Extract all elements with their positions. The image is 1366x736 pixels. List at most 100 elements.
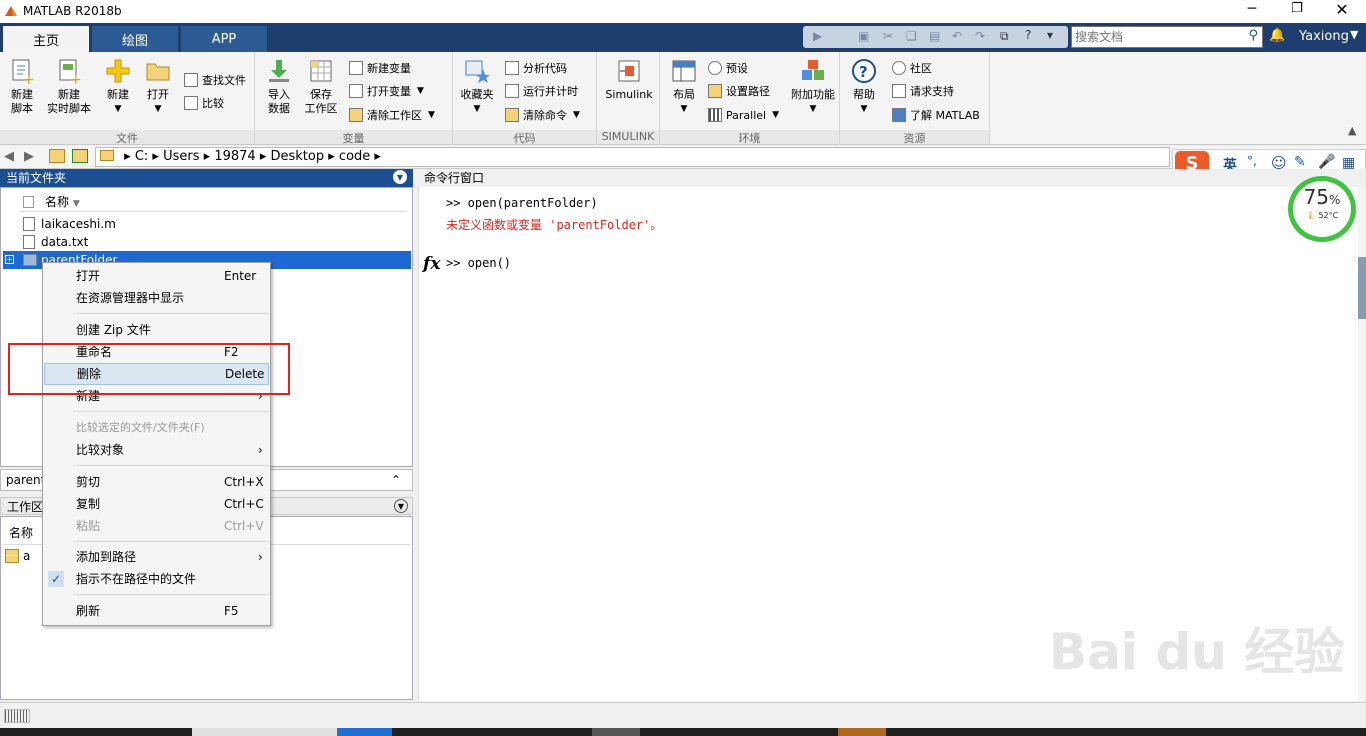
run-icon[interactable]: ▶ [813,29,822,43]
m-file-icon [23,217,35,231]
menu-item-show-in-explorer[interactable]: 在资源管理器中显示 [44,287,269,309]
file-row[interactable]: laikaceshi.m [3,215,411,233]
help-button[interactable]: ? 帮助 ▼ [842,58,886,128]
status-grip-icon[interactable] [4,709,30,723]
cut-icon[interactable]: ✂ [883,29,893,43]
menu-item-refresh[interactable]: 刷新 F5 [44,600,269,622]
menu-separator [73,594,269,595]
workspace-title: 工作区 [7,500,44,514]
menu-item-cut[interactable]: 剪切 Ctrl+X [44,471,269,493]
menu-item-create-zip[interactable]: 创建 Zip 文件 [44,319,269,341]
menu-item-compare-against[interactable]: 比较对象 › [44,439,269,461]
run-and-time-button[interactable]: 运行并计时 [505,81,578,101]
parallel-button[interactable]: Parallel ▼ [708,105,779,125]
tab-plots[interactable]: 绘图 [92,26,178,52]
save-icon[interactable]: ▣ [858,29,869,43]
browse-folder-icon[interactable] [72,149,88,163]
set-path-button[interactable]: 设置路径 [708,81,770,101]
community-button[interactable]: 社区 [892,58,932,78]
save-workspace-button[interactable]: 保存 工作区 [299,58,343,128]
new-variable-icon [349,61,363,75]
clear-commands-button[interactable]: 清除命令 ▼ [505,105,580,125]
open-button[interactable]: 打开 ▼ [136,58,180,128]
request-support-button[interactable]: 请求支持 [892,81,954,101]
tab-home[interactable]: 主页 [3,26,89,52]
search-input[interactable] [1075,28,1235,46]
menu-separator [73,313,269,314]
breadcrumb-item[interactable]: Users [163,149,199,164]
up-folder-icon[interactable] [49,149,65,163]
submenu-arrow-icon: › [258,443,263,457]
new-variable-button[interactable]: 新建变量 [349,58,411,78]
close-button[interactable]: ✕ [1332,0,1352,20]
preferences-button[interactable]: 预设 [708,58,748,78]
tab-apps[interactable]: APP [181,26,267,52]
taskbar-item[interactable] [192,728,337,736]
copy-icon[interactable]: ❏ [906,29,917,43]
performance-gauge[interactable]: 75% 🌡 52°C [1288,176,1356,242]
breadcrumb-sep: ▸ [374,149,381,164]
chevron-down-icon: ▼ [428,110,435,120]
menu-item-label: 刷新 [76,604,101,618]
chevron-down-icon: ▼ [772,110,780,120]
user-name[interactable]: Yaxiong [1299,29,1349,44]
breadcrumb-item[interactable]: code [339,149,370,164]
undo-icon[interactable]: ↶ [952,29,962,43]
scrollbar[interactable] [1358,187,1366,701]
menu-item-add-to-path[interactable]: 添加到路径 › [44,546,269,568]
minimize-button[interactable]: ─ [1242,1,1262,21]
command-window-panel[interactable]: >> open(parentFolder) 未定义函数或变量 'parentFo… [418,187,1358,701]
open-variable-button[interactable]: 打开变量 ▼ [349,81,424,101]
forward-arrow-icon[interactable]: ▶ [24,149,34,164]
bell-icon[interactable]: 🔔 [1269,28,1285,43]
back-arrow-icon[interactable]: ◀ [4,149,14,164]
simulink-button[interactable]: Simulink [603,58,655,128]
ime-punctuation-toggle[interactable]: °, [1247,154,1257,168]
paste-icon[interactable]: ▤ [929,29,940,43]
menu-item-indicate-files-not-on-path[interactable]: ✓ 指示不在路径中的文件 [44,568,269,590]
file-row[interactable]: data.txt [3,233,411,251]
layout-button[interactable]: 布局 ▼ [662,58,706,128]
import-data-button[interactable]: 导入 数据 [257,58,301,128]
menu-item-label: 比较选定的文件/文件夹(F) [76,421,205,434]
new-live-script-button[interactable]: + 新建 实时脚本 [47,58,91,128]
menu-item-open[interactable]: 打开 Enter [44,265,269,287]
panel-menu-icon[interactable]: ▼ [393,170,407,184]
collapse-ribbon-icon[interactable]: ▲ [1348,124,1356,137]
search-icon[interactable]: ⚲ [1248,28,1258,43]
new-button[interactable]: 新建 ▼ [96,58,140,128]
help-icon[interactable]: ? [1025,28,1031,42]
scrollbar-thumb[interactable] [1358,257,1366,319]
breadcrumb-item[interactable]: Desktop [270,149,324,164]
clear-workspace-button[interactable]: 清除工作区 ▼ [349,105,435,125]
favorites-button[interactable]: 收藏夹 ▼ [455,58,499,128]
learn-matlab-button[interactable]: 了解 MATLAB [892,105,980,125]
expand-icon[interactable]: + [5,255,14,264]
pen-icon[interactable]: ✎ [1294,154,1306,170]
panel-menu-icon[interactable]: ▼ [394,499,408,513]
analyze-code-button[interactable]: 分析代码 [505,58,567,78]
addons-button[interactable]: 附加功能 ▼ [788,58,838,128]
breadcrumb-item[interactable]: C: [135,149,148,164]
menu-item-copy[interactable]: 复制 Ctrl+C [44,493,269,515]
taskbar-item[interactable] [592,728,640,736]
compare-button[interactable]: 比较 [184,93,224,113]
restore-button[interactable]: ❐ [1287,1,1307,21]
menu-item-label: 创建 Zip 文件 [76,323,151,337]
find-files-button[interactable]: 查找文件 [184,70,246,90]
community-label: 社区 [910,62,932,75]
taskbar-item-active[interactable] [337,728,392,736]
taskbar-item[interactable] [838,728,886,736]
microphone-icon[interactable]: 🎤 [1318,154,1335,170]
search-box[interactable]: ⚲ [1071,26,1263,48]
redo-icon[interactable]: ↷ [975,29,985,43]
user-menu-chevron-icon[interactable]: ▼ [1350,28,1358,41]
breadcrumb-item[interactable]: 19874 [214,149,255,164]
file-name: data.txt [41,235,89,249]
chevron-up-icon[interactable]: ⌃ [391,470,401,490]
function-browser-fx-icon[interactable]: fx [423,254,440,274]
column-header-name[interactable]: 名称 ▼ [19,192,407,212]
chevron-down-icon[interactable]: ▾ [1047,28,1053,42]
switch-windows-icon[interactable]: ⧉ [1000,29,1009,44]
new-script-button[interactable]: + 新建 脚本 [0,58,44,128]
